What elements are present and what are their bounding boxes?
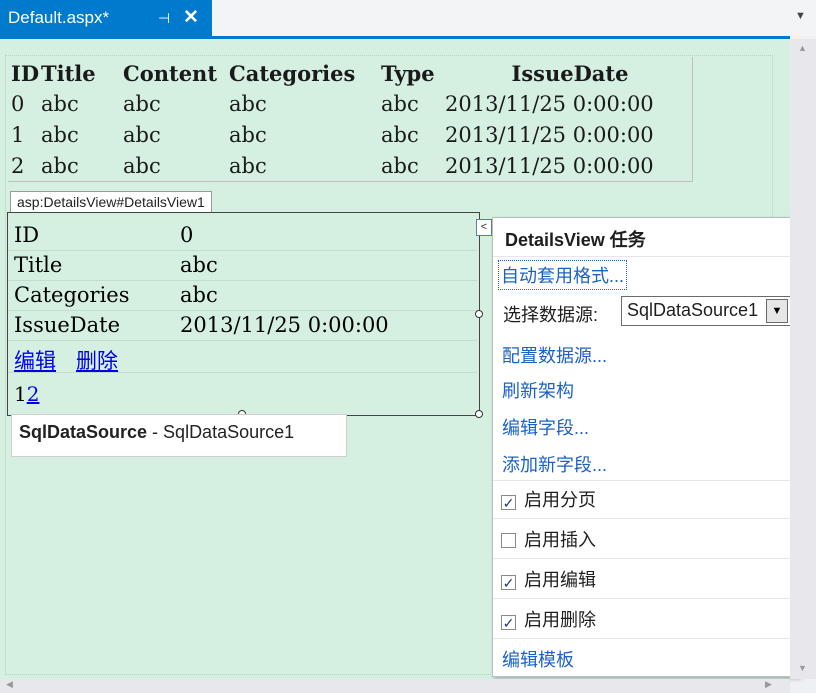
cell: abc — [41, 154, 79, 178]
scroll-right-icon[interactable]: ▶ — [765, 679, 772, 690]
field-name: IssueDate — [14, 313, 121, 337]
refresh-schema-link[interactable]: 刷新架构 — [502, 377, 574, 403]
datasource-select-value: SqlDataSource1 — [627, 300, 759, 320]
panel-title: DetailsView 任务 — [505, 230, 646, 250]
tab-default-aspx[interactable]: Default.aspx* ⊣ ✕ — [0, 0, 212, 36]
detailsview-tasks-panel: DetailsView 任务 自动套用格式... 选择数据源: SqlDataS… — [492, 217, 799, 677]
cell: abc — [229, 154, 267, 178]
cell: abc — [381, 92, 419, 116]
table-row: 2 abc abc abc abc 2013/11/25 0:00:00 — [11, 151, 695, 182]
sqldatasource-separator: - — [147, 422, 164, 442]
field-value: abc — [180, 253, 218, 277]
resize-handle[interactable] — [475, 310, 483, 318]
vertical-scrollbar[interactable]: ▲ ▼ — [790, 39, 816, 679]
sqldatasource-id: SqlDataSource1 — [163, 422, 295, 442]
checkbox-label: 启用插入 — [524, 530, 596, 550]
sqldatasource-control[interactable]: SqlDataSource - SqlDataSource1 — [11, 414, 347, 457]
cell: 2013/11/25 0:00:00 — [445, 123, 654, 147]
row-divider — [8, 340, 477, 341]
document-tab-bar: Default.aspx* ⊣ ✕ ▼ — [0, 0, 816, 36]
field-name: Categories — [14, 283, 130, 307]
checkbox-label: 启用删除 — [524, 610, 596, 630]
sqldatasource-type: SqlDataSource — [19, 422, 148, 442]
detailsview-row: Categories abc — [14, 280, 389, 310]
horizontal-scrollbar[interactable]: ◀ ▶ — [0, 679, 790, 693]
checkbox-checked-icon[interactable]: ✓ — [501, 495, 516, 511]
divider — [493, 256, 798, 257]
detailsview-row: IssueDate 2013/11/25 0:00:00 — [14, 310, 389, 340]
cell: 2013/11/25 0:00:00 — [445, 154, 654, 178]
divider — [493, 638, 798, 639]
checkbox-label: 启用编辑 — [524, 570, 596, 590]
cell: 2 — [11, 154, 25, 178]
edit-fields-link[interactable]: 编辑字段... — [502, 414, 589, 440]
column-header: IssueDate — [511, 61, 629, 86]
pager-current-page: 1 — [14, 382, 27, 406]
tab-dropdown-icon[interactable]: ▼ — [795, 10, 806, 22]
choose-datasource-label: 选择数据源: — [503, 305, 599, 325]
resize-handle[interactable] — [475, 410, 483, 418]
close-icon[interactable]: ✕ — [183, 0, 199, 36]
divider — [493, 518, 798, 519]
enable-insert-checkbox[interactable]: 启用插入 — [501, 526, 596, 552]
edit-templates-link[interactable]: 编辑模板 — [502, 646, 574, 672]
divider — [493, 558, 798, 559]
tab-title: Default.aspx* — [8, 8, 110, 27]
gridview[interactable]: ID Title Content Categories Type IssueDa… — [11, 58, 695, 182]
column-header: Title — [41, 61, 96, 86]
cell: 0 — [11, 92, 25, 116]
cell: abc — [229, 123, 267, 147]
add-field-link[interactable]: 添加新字段... — [502, 451, 607, 477]
scroll-down-icon[interactable]: ▼ — [798, 663, 807, 673]
field-name: Title — [14, 253, 63, 277]
column-header: Content — [123, 61, 218, 86]
edit-link[interactable]: 编辑 — [14, 349, 56, 373]
field-value: 0 — [180, 223, 194, 247]
cell: abc — [381, 123, 419, 147]
smart-tag-icon[interactable]: < — [476, 219, 492, 236]
pin-icon[interactable]: ⊣ — [158, 0, 170, 36]
cell: 1 — [11, 123, 25, 147]
chevron-down-icon[interactable]: ▼ — [766, 299, 788, 323]
field-name: ID — [14, 223, 40, 247]
checkbox-label: 启用分页 — [524, 490, 596, 510]
column-header: Type — [381, 61, 435, 86]
divider — [493, 598, 798, 599]
command-row: 编辑 删除 — [14, 345, 118, 375]
field-value: abc — [180, 283, 218, 307]
detailsview-row: Title abc — [14, 250, 389, 280]
checkbox-unchecked-icon[interactable] — [501, 533, 516, 548]
detailsview: ID 0 Title abc Categories abc IssueDate … — [14, 220, 389, 340]
cell: abc — [123, 154, 161, 178]
detailsview-tag[interactable]: asp:DetailsView#DetailsView1 — [10, 191, 212, 213]
cell: 2013/11/25 0:00:00 — [445, 92, 654, 116]
scroll-left-icon[interactable]: ◀ — [6, 679, 13, 690]
auto-format-link[interactable]: 自动套用格式... — [498, 260, 628, 290]
scroll-up-icon[interactable]: ▲ — [798, 43, 807, 53]
datasource-select[interactable]: SqlDataSource1 ▼ — [621, 296, 791, 326]
detailsview-row: ID 0 — [14, 220, 389, 250]
configure-datasource-link[interactable]: 配置数据源... — [502, 342, 607, 368]
divider — [493, 480, 798, 481]
column-header: Categories — [229, 61, 356, 86]
cell: abc — [123, 123, 161, 147]
enable-delete-checkbox[interactable]: ✓ 启用删除 — [501, 606, 596, 632]
cell: abc — [123, 92, 161, 116]
enable-paging-checkbox[interactable]: ✓ 启用分页 — [501, 486, 596, 512]
pager-page-link[interactable]: 2 — [27, 382, 40, 406]
delete-link[interactable]: 删除 — [76, 349, 118, 373]
table-row: 1 abc abc abc abc 2013/11/25 0:00:00 — [11, 120, 695, 151]
cell: abc — [41, 123, 79, 147]
checkbox-checked-icon[interactable]: ✓ — [501, 575, 516, 591]
field-value: 2013/11/25 0:00:00 — [180, 313, 389, 337]
column-header: ID — [11, 61, 40, 86]
cell: abc — [381, 154, 419, 178]
table-header-row: ID Title Content Categories Type IssueDa… — [11, 58, 695, 89]
pager: 12 — [14, 382, 39, 406]
cell: abc — [41, 92, 79, 116]
enable-edit-checkbox[interactable]: ✓ 启用编辑 — [501, 566, 596, 592]
checkbox-checked-icon[interactable]: ✓ — [501, 615, 516, 631]
cell: abc — [229, 92, 267, 116]
table-row: 0 abc abc abc abc 2013/11/25 0:00:00 — [11, 89, 695, 120]
